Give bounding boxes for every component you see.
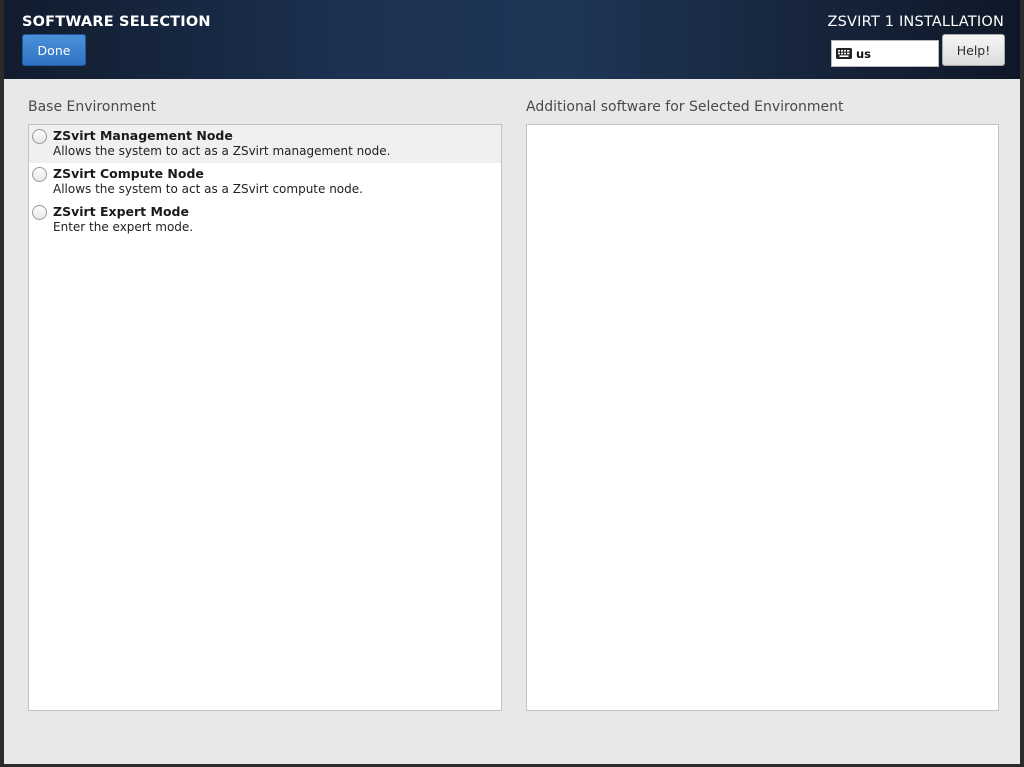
radio-button[interactable]	[32, 205, 47, 220]
keyboard-icon	[836, 48, 852, 59]
keyboard-layout-indicator[interactable]: us	[831, 40, 939, 67]
env-item-expert-mode[interactable]: ZSvirt Expert Mode Enter the expert mode…	[29, 201, 501, 239]
env-item-compute-node[interactable]: ZSvirt Compute Node Allows the system to…	[29, 163, 501, 201]
base-environment-label: Base Environment	[28, 99, 156, 115]
env-item-description: Allows the system to act as a ZSvirt com…	[53, 182, 363, 196]
installer-window: SOFTWARE SELECTION Done ZSVIRT 1 INSTALL…	[4, 0, 1020, 764]
env-item-name: ZSvirt Expert Mode	[53, 204, 189, 219]
additional-software-label: Additional software for Selected Environ…	[526, 99, 844, 115]
product-title: ZSVIRT 1 INSTALLATION	[827, 14, 1004, 30]
help-button[interactable]: Help!	[942, 34, 1005, 66]
done-button[interactable]: Done	[22, 34, 86, 66]
header-bar: SOFTWARE SELECTION Done ZSVIRT 1 INSTALL…	[4, 0, 1020, 79]
keyboard-layout-label: us	[856, 46, 872, 61]
env-item-description: Enter the expert mode.	[53, 220, 194, 234]
radio-button[interactable]	[32, 167, 47, 182]
additional-software-list	[526, 124, 999, 711]
env-item-description: Allows the system to act as a ZSvirt man…	[53, 144, 391, 158]
radio-button[interactable]	[32, 129, 47, 144]
env-item-management-node[interactable]: ZSvirt Management Node Allows the system…	[29, 125, 501, 163]
env-item-name: ZSvirt Compute Node	[53, 166, 204, 181]
env-item-name: ZSvirt Management Node	[53, 128, 233, 143]
page-title: SOFTWARE SELECTION	[22, 14, 211, 30]
base-environment-list: ZSvirt Management Node Allows the system…	[28, 124, 502, 711]
